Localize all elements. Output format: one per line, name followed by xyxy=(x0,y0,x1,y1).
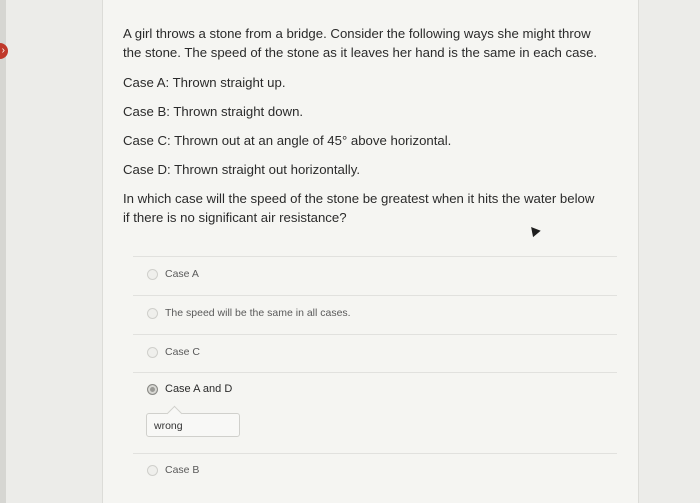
radio-button-selected[interactable] xyxy=(147,383,158,395)
question-panel: A girl throws a stone from a bridge. Con… xyxy=(102,0,639,503)
case-b-text: Case B: Thrown straight down. xyxy=(123,104,304,119)
option-case-c[interactable]: Case C xyxy=(147,343,200,361)
option-divider xyxy=(133,295,617,296)
option-divider xyxy=(133,334,617,335)
option-label: Case A and D xyxy=(165,383,233,395)
radio-button[interactable] xyxy=(147,464,158,476)
left-edge-strip xyxy=(0,0,6,503)
question-prompt: In which case will the speed of the ston… xyxy=(123,191,595,225)
option-case-a-and-d[interactable]: Case A and D xyxy=(147,380,232,398)
nav-arrow-icon[interactable]: › xyxy=(0,43,8,59)
option-label: Case C xyxy=(165,346,201,358)
case-c-text: Case C: Thrown out at an angle of 45° ab… xyxy=(123,133,452,148)
option-divider xyxy=(133,372,617,373)
feedback-badge: wrong xyxy=(146,413,240,437)
feedback-text: wrong xyxy=(154,420,183,432)
radio-button[interactable] xyxy=(147,268,158,280)
option-divider xyxy=(133,453,617,454)
option-case-a[interactable]: Case A xyxy=(147,265,199,283)
option-label: Case A xyxy=(165,268,199,280)
option-label: The speed will be the same in all cases. xyxy=(165,307,351,319)
case-a-text: Case A: Thrown straight up. xyxy=(123,75,286,90)
option-same-speed[interactable]: The speed will be the same in all cases. xyxy=(147,304,351,322)
radio-button[interactable] xyxy=(147,346,158,358)
case-d-text: Case D: Thrown straight out horizontally… xyxy=(123,162,360,177)
radio-button[interactable] xyxy=(147,307,158,319)
question-intro: A girl throws a stone from a bridge. Con… xyxy=(123,26,598,60)
option-case-b[interactable]: Case B xyxy=(147,461,199,479)
option-label: Case B xyxy=(165,464,200,476)
option-divider xyxy=(133,256,617,257)
